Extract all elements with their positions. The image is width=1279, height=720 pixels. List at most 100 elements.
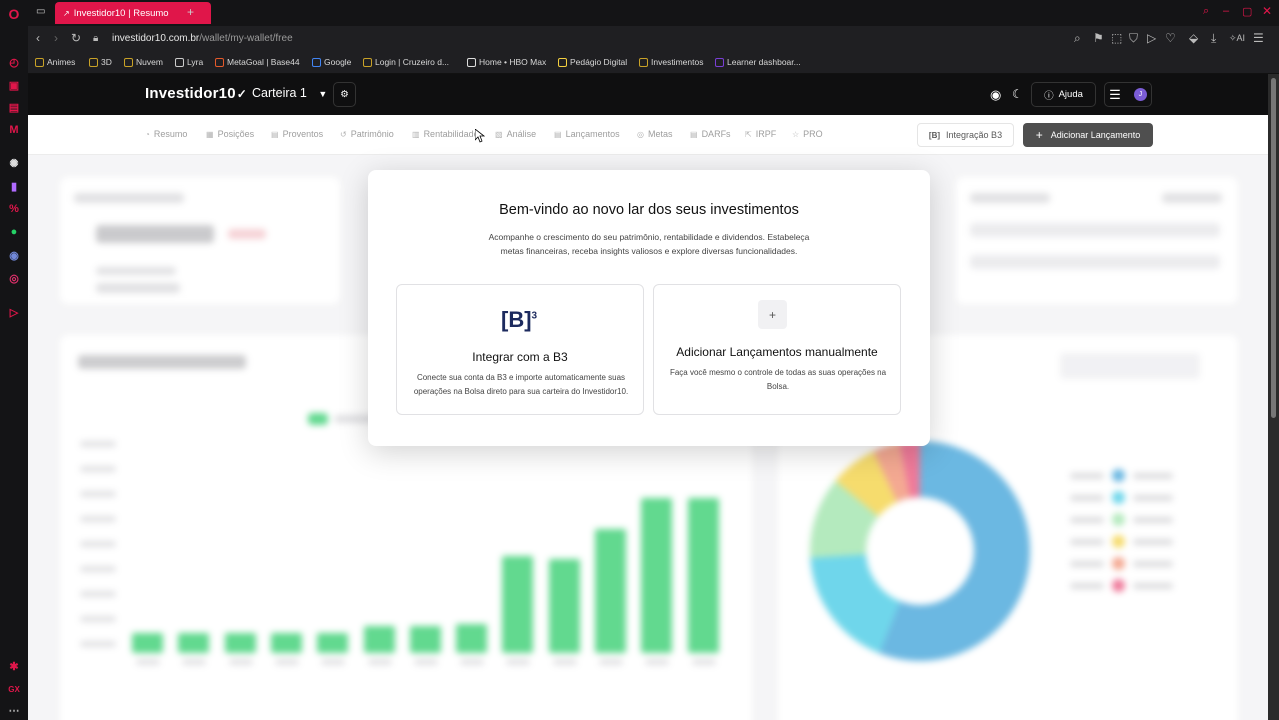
bookmark-label: Pedágio Digital: [570, 57, 628, 67]
bookmark-icon: [639, 57, 648, 67]
bookmark-1[interactable]: 3D: [89, 57, 112, 67]
easy-setup-icon[interactable]: ☰: [1253, 31, 1264, 45]
bookmark-10[interactable]: Learner dashboar...: [715, 57, 801, 67]
logo-check-icon: ✓: [236, 87, 248, 101]
opera-logo-icon[interactable]: O: [6, 6, 22, 22]
mail-icon[interactable]: M: [6, 122, 22, 138]
address-bar: ‹ › ↻ 🔒︎ investidor10.com.br/wallet/my-w…: [28, 26, 1279, 52]
ai-label: AI: [1236, 33, 1246, 43]
ai-button[interactable]: ✧AI: [1229, 33, 1245, 44]
help-button[interactable]: ⓘ Ajuda: [1031, 82, 1096, 107]
integrate-b3-title: Integrar com a B3: [472, 350, 568, 364]
bookmark-icon: [175, 57, 184, 67]
integrate-b3-option[interactable]: [B]3 Integrar com a B3 Conecte sua conta…: [396, 284, 644, 415]
site-header: Investidor10✓ Carteira 1 ▼ ⚙ ◉ ☾ ⓘ Ajuda…: [28, 74, 1268, 115]
bookmark-label: Learner dashboar...: [727, 57, 801, 67]
bookmark-6[interactable]: Login | Cruzeiro d...: [363, 57, 449, 67]
percent-icon[interactable]: %: [6, 201, 22, 217]
bookmark-4[interactable]: MetaGoal | Base44: [215, 57, 300, 67]
bookmark-label: Lyra: [187, 57, 204, 67]
shopping-icon[interactable]: ▣: [6, 77, 22, 93]
bookmark-label: Login | Cruzeiro d...: [375, 57, 450, 67]
bookmark-icon: [715, 57, 724, 67]
aria-icon[interactable]: ◴: [6, 54, 22, 70]
close-icon[interactable]: ✕: [1262, 4, 1272, 18]
moon-icon[interactable]: ☾: [1012, 87, 1023, 101]
user-menu-button[interactable]: ☰ J: [1104, 82, 1152, 107]
news-icon[interactable]: ▤: [6, 99, 22, 115]
back-icon[interactable]: ‹: [36, 31, 40, 45]
instagram-icon[interactable]: ◎: [6, 270, 22, 286]
forward-icon[interactable]: ›: [54, 31, 58, 45]
more-icon[interactable]: ⋯: [6, 702, 22, 718]
play-icon[interactable]: ▷: [1147, 31, 1156, 45]
modal-title: Bem-vindo ao novo lar dos seus investime…: [499, 202, 799, 218]
b3-logo-icon: [B]3: [501, 307, 537, 333]
extension-icon[interactable]: ⬙: [1189, 31, 1198, 45]
bookmark-icon: [215, 57, 224, 67]
manual-entry-description: Faça você mesmo o controle de todas as s…: [669, 368, 887, 391]
url-field[interactable]: investidor10.com.br/wallet/my-wallet/fre…: [112, 33, 293, 44]
new-tab-button[interactable]: +: [187, 5, 194, 19]
ai-icon: ✧: [1229, 33, 1237, 43]
bookmark-0[interactable]: Animes: [35, 57, 75, 67]
whatsapp-icon[interactable]: ●: [6, 224, 22, 240]
download-icon[interactable]: ⤓: [1211, 31, 1216, 46]
discord-icon[interactable]: ◉: [6, 247, 22, 263]
tab-title: Investidor10 | Resumo: [73, 7, 169, 19]
maximize-icon[interactable]: ▢: [1242, 5, 1252, 18]
hamburger-icon: ☰: [1109, 86, 1121, 102]
favicon-icon: ↗: [63, 8, 70, 18]
integrate-b3-description: Conecte sua conta da B3 e importe automa…: [413, 373, 629, 396]
bookmark-label: Home • HBO Max: [479, 57, 547, 67]
snapshot-icon[interactable]: ⬚: [1111, 31, 1122, 45]
twitch-icon[interactable]: ▮: [6, 178, 22, 194]
caret-down-icon: ▼: [318, 89, 328, 99]
logo-text: Investidor10: [145, 85, 236, 102]
avatar: J: [1133, 88, 1147, 101]
chatgpt-icon[interactable]: ✺: [6, 155, 22, 171]
bookmark-2[interactable]: Nuvem: [124, 57, 163, 67]
eye-icon[interactable]: ◉: [990, 87, 1001, 103]
pin-icon[interactable]: ✱: [6, 658, 22, 674]
zoom-icon[interactable]: ⌕: [1074, 31, 1081, 46]
b3-logo-superscript: 3: [531, 310, 538, 322]
modal-subtitle: Acompanhe o crescimento do seu patrimôni…: [488, 232, 810, 256]
lock-icon: 🔒︎: [93, 33, 99, 44]
bookmark-3[interactable]: Lyra: [175, 57, 203, 67]
bookmark-icon: [124, 57, 133, 67]
url-domain: investidor10.com.br: [112, 33, 200, 44]
bookmark-7[interactable]: Home • HBO Max: [467, 57, 546, 67]
heart-icon[interactable]: ♡: [1165, 31, 1176, 45]
wallet-name: Carteira 1: [252, 86, 307, 100]
reload-icon[interactable]: ↻: [71, 31, 81, 45]
mouse-cursor-icon: [475, 129, 485, 143]
tab-bar: ▭ ↗ Investidor10 | Resumo + ⌕ – ▢ ✕: [28, 0, 1279, 26]
wallet-settings-button[interactable]: ⚙: [333, 82, 356, 107]
wallet-selector[interactable]: Carteira 1 ▼: [252, 86, 327, 100]
scrollbar-thumb[interactable]: [1271, 78, 1276, 418]
search-tabs-icon[interactable]: ⌕: [1203, 5, 1209, 18]
bookmark-icon: [312, 57, 321, 67]
manual-entry-option[interactable]: + Adicionar Lançamentos manualmente Faça…: [653, 284, 901, 415]
url-path: /wallet/my-wallet/free: [199, 33, 293, 44]
bookmark-label: Nuvem: [136, 57, 163, 67]
workspaces-icon[interactable]: ▭: [36, 6, 45, 17]
gx-icon[interactable]: GX: [6, 681, 22, 697]
bookmark-8[interactable]: Pedágio Digital: [558, 57, 627, 67]
bookmark-icon[interactable]: ⚑: [1093, 31, 1104, 45]
bookmark-icon: [89, 57, 98, 67]
adblock-icon[interactable]: ⛉: [1129, 31, 1138, 46]
investidor10-logo[interactable]: Investidor10✓: [145, 85, 247, 102]
question-icon: ⓘ: [1044, 90, 1054, 102]
bookmark-9[interactable]: Investimentos: [639, 57, 703, 67]
bookmark-label: Investimentos: [651, 57, 704, 67]
website-viewport: Investidor10✓ Carteira 1 ▼ ⚙ ◉ ☾ ⓘ Ajuda…: [28, 74, 1268, 720]
minimize-icon[interactable]: –: [1223, 5, 1229, 17]
bookmark-icon: [35, 57, 44, 67]
player-icon[interactable]: ▷: [6, 304, 22, 320]
page-scrollbar[interactable]: [1268, 74, 1279, 720]
bookmark-5[interactable]: Google: [312, 57, 351, 67]
help-label: Ajuda: [1058, 89, 1083, 100]
browser-sidebar: O ◴ ▣ ▤ M ✺ ▮ % ● ◉ ◎ ▷ ✱ GX ⋯: [0, 0, 28, 720]
